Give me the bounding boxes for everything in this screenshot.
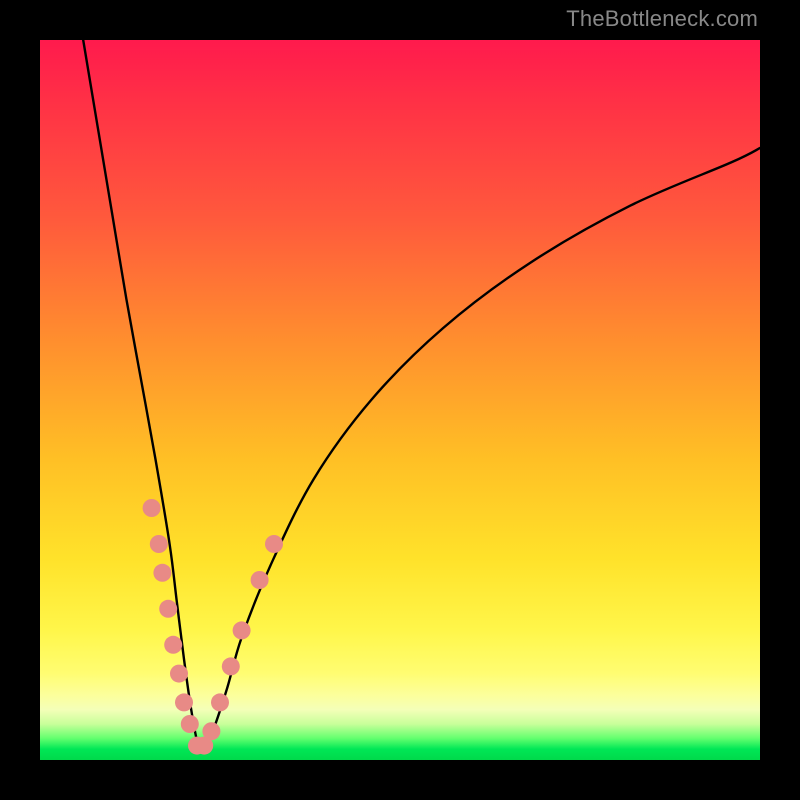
sample-point [150,535,168,553]
plot-area [40,40,760,760]
sample-point [181,715,199,733]
sample-point [202,722,220,740]
sample-point [159,600,177,618]
curve-layer [40,40,760,760]
sample-point [143,499,161,517]
sample-point [170,665,188,683]
sample-point [211,693,229,711]
watermark-text: TheBottleneck.com [566,6,758,32]
sample-point [153,564,171,582]
sample-point [251,571,269,589]
chart-canvas: TheBottleneck.com [0,0,800,800]
sample-point [175,693,193,711]
bottleneck-curve [83,40,760,749]
sample-point [265,535,283,553]
sample-point [222,657,240,675]
sample-points-group [143,499,283,755]
sample-point [164,636,182,654]
sample-point [233,621,251,639]
